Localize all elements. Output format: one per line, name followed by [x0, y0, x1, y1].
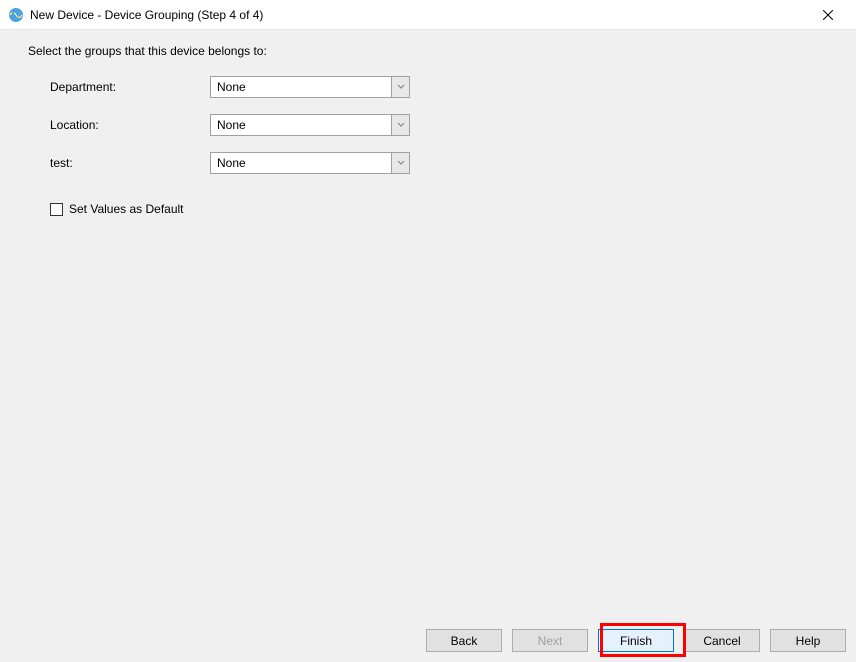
- department-value: None: [211, 80, 391, 94]
- department-dropdown-button[interactable]: [391, 77, 409, 97]
- test-combobox[interactable]: None: [210, 152, 410, 174]
- chevron-down-icon: [397, 83, 405, 91]
- next-button: Next: [512, 629, 588, 652]
- test-dropdown-button[interactable]: [391, 153, 409, 173]
- chevron-down-icon: [397, 159, 405, 167]
- app-icon: [8, 7, 24, 23]
- test-label: test:: [50, 156, 210, 170]
- instruction-text: Select the groups that this device belon…: [28, 44, 828, 58]
- window-title: New Device - Device Grouping (Step 4 of …: [30, 8, 808, 22]
- field-row-department: Department: None: [50, 76, 828, 98]
- button-bar: Back Next Finish Cancel Help: [426, 629, 846, 652]
- close-button[interactable]: [808, 1, 848, 29]
- location-label: Location:: [50, 118, 210, 132]
- content-area: Select the groups that this device belon…: [0, 30, 856, 216]
- location-combobox[interactable]: None: [210, 114, 410, 136]
- default-checkbox-row[interactable]: Set Values as Default: [50, 202, 828, 216]
- field-row-test: test: None: [50, 152, 828, 174]
- test-value: None: [211, 156, 391, 170]
- location-dropdown-button[interactable]: [391, 115, 409, 135]
- cancel-button[interactable]: Cancel: [684, 629, 760, 652]
- back-button[interactable]: Back: [426, 629, 502, 652]
- help-button[interactable]: Help: [770, 629, 846, 652]
- department-combobox[interactable]: None: [210, 76, 410, 98]
- default-checkbox-label: Set Values as Default: [69, 202, 184, 216]
- field-row-location: Location: None: [50, 114, 828, 136]
- titlebar: New Device - Device Grouping (Step 4 of …: [0, 0, 856, 30]
- location-value: None: [211, 118, 391, 132]
- close-icon: [823, 10, 833, 20]
- finish-button[interactable]: Finish: [598, 629, 674, 652]
- chevron-down-icon: [397, 121, 405, 129]
- department-label: Department:: [50, 80, 210, 94]
- default-checkbox[interactable]: [50, 203, 63, 216]
